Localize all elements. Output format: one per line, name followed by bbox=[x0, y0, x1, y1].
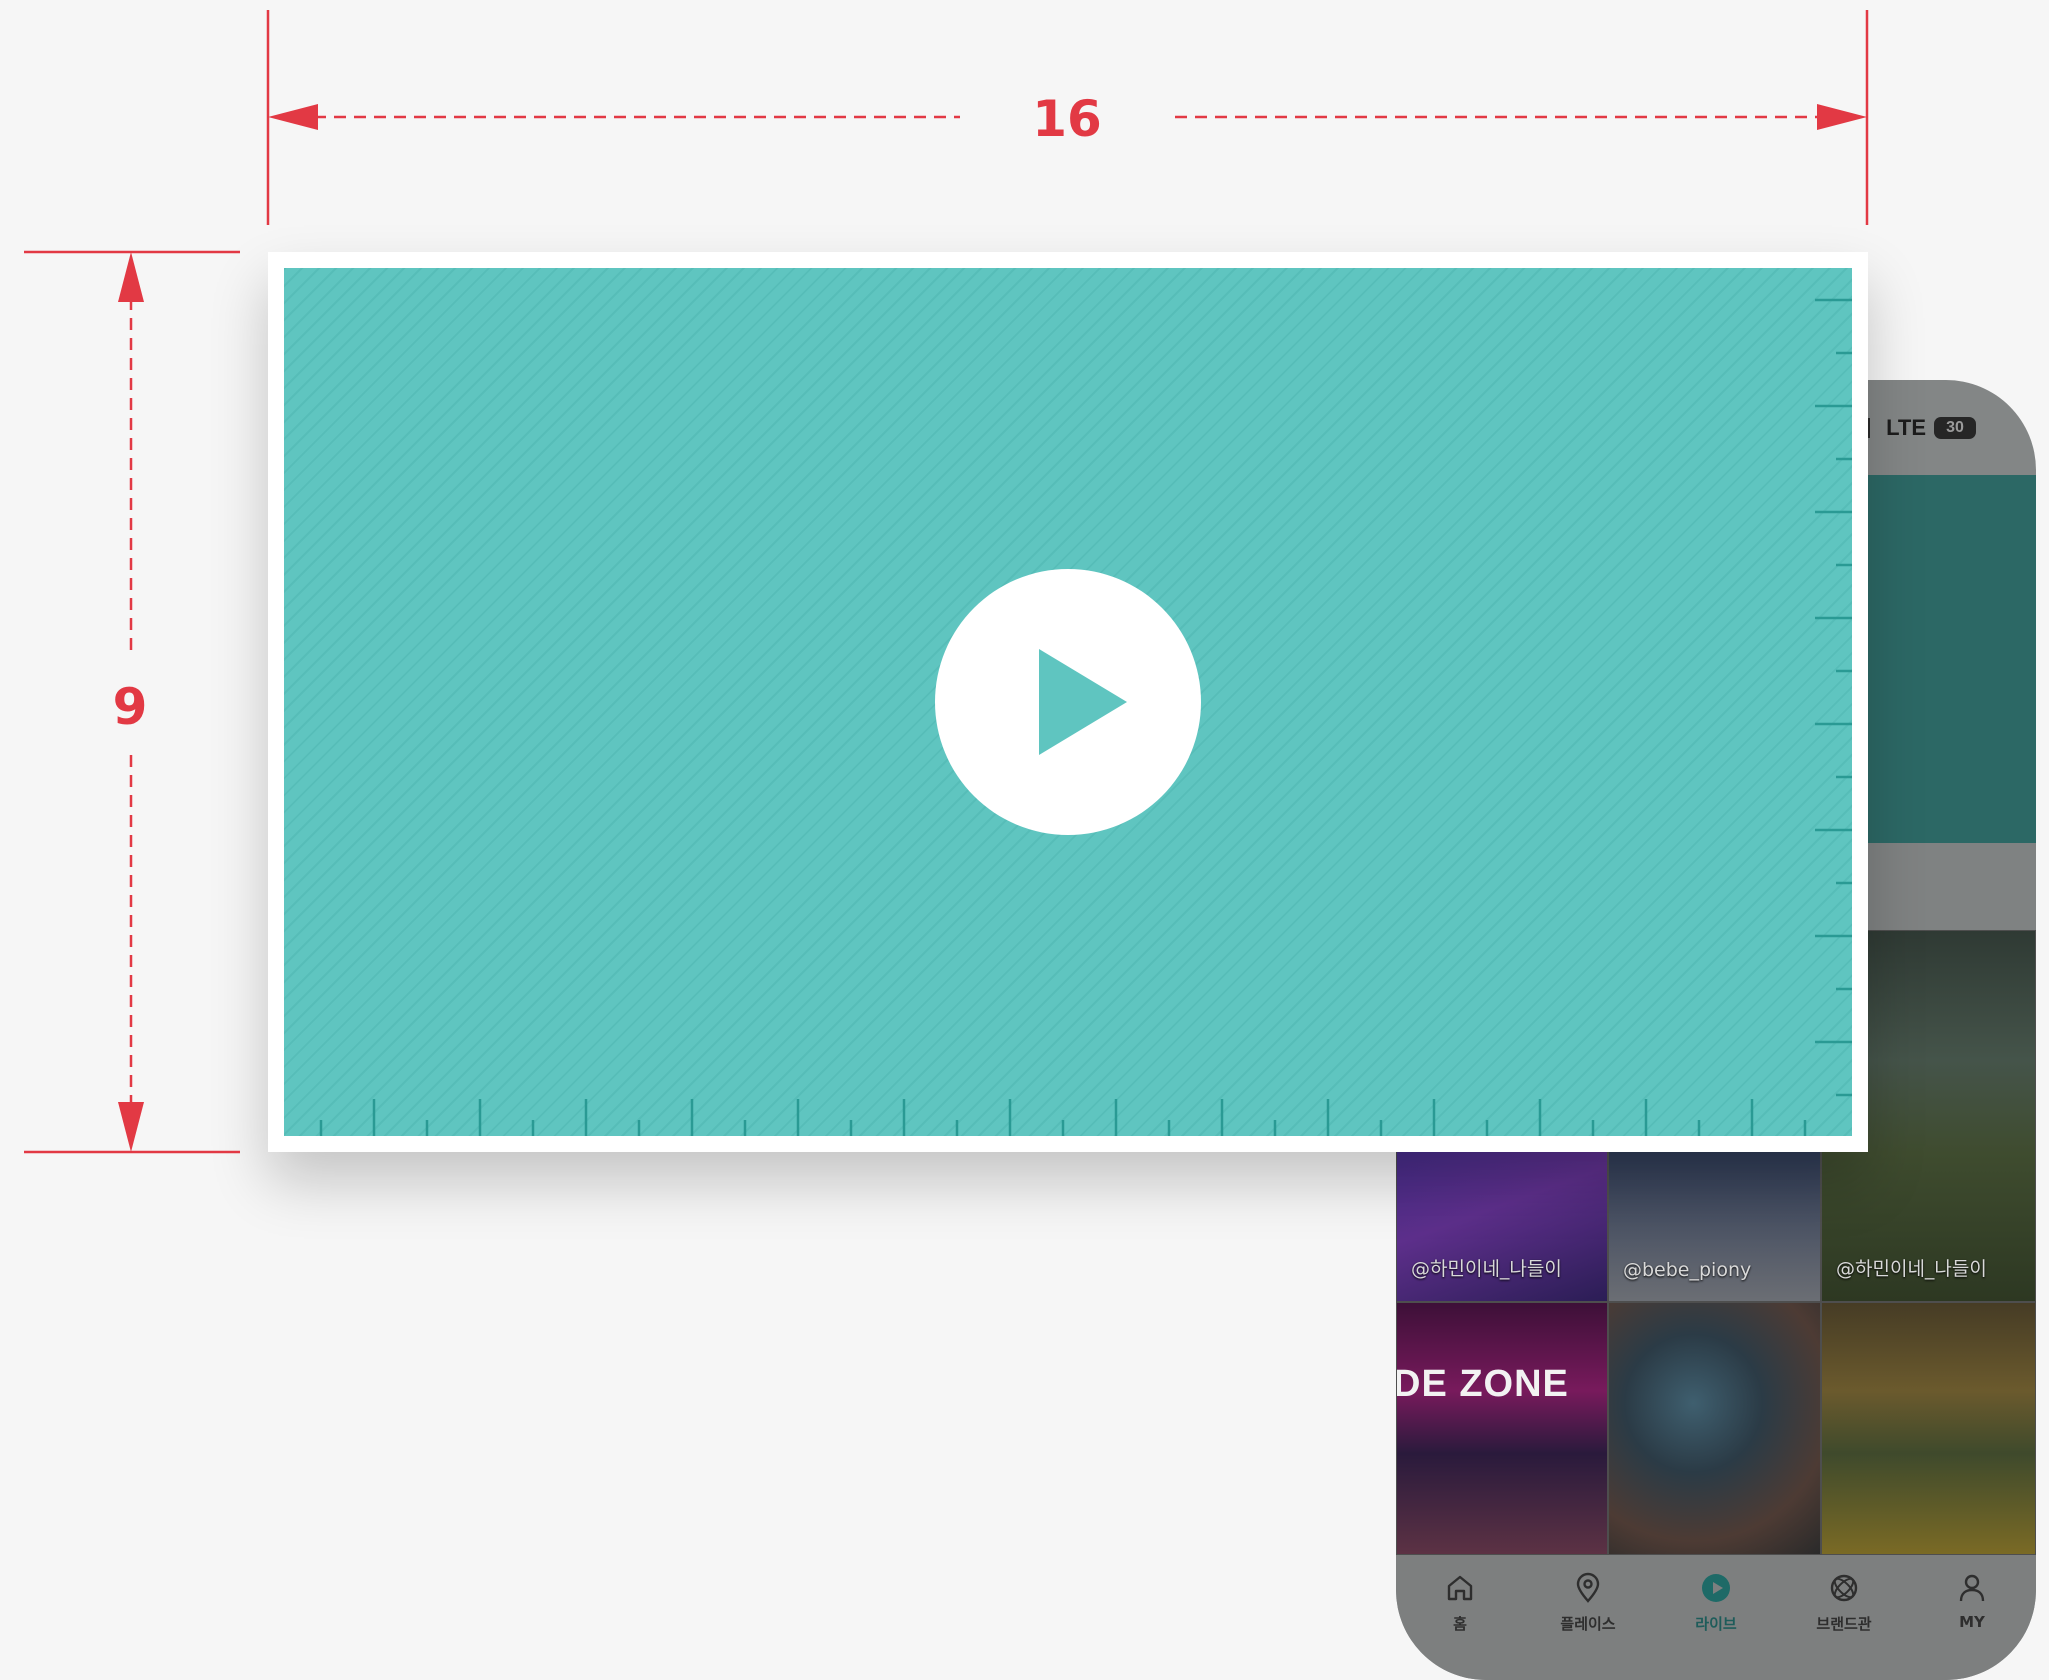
height-ratio-label: 9 bbox=[112, 678, 148, 736]
width-ratio-label: 16 bbox=[1032, 90, 1102, 148]
dimension-lines bbox=[24, 10, 1869, 1154]
